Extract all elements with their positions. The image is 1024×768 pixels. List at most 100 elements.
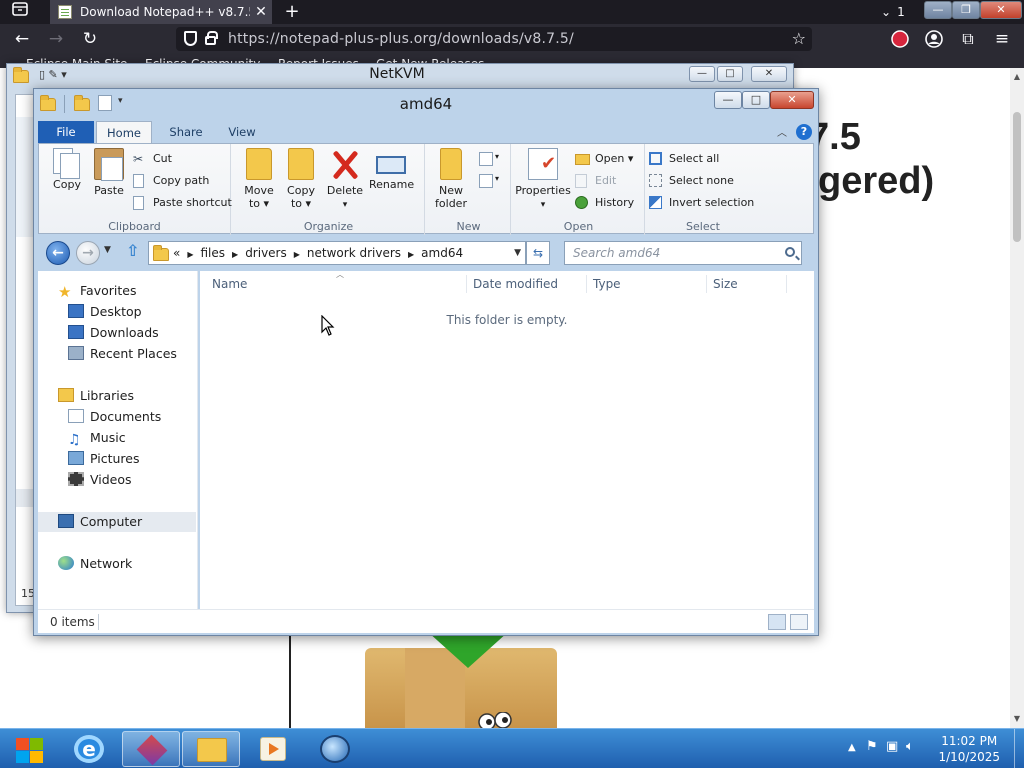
explorer-close-button[interactable]: ✕ — [770, 91, 814, 109]
breadcrumb-network-drivers[interactable]: network drivers — [307, 246, 401, 260]
start-button[interactable] — [6, 733, 48, 765]
open-button[interactable]: Open ▾ — [575, 150, 633, 168]
taskbar-file-explorer[interactable] — [182, 731, 240, 767]
rename-button[interactable]: Rename — [369, 148, 414, 191]
delete-button[interactable]: Delete ▾ — [323, 148, 367, 212]
browser-restore-button[interactable]: ❐ — [952, 1, 980, 19]
browser-minimize-button[interactable]: — — [924, 1, 952, 19]
paste-shortcut-button[interactable]: Paste shortcut — [133, 194, 232, 212]
breadcrumb-overflow[interactable]: « — [173, 246, 180, 260]
amd64-explorer-window[interactable]: ▾ amd64 — □ ✕ File Home Share View ︿ ? C… — [33, 88, 819, 636]
netkvm-close-button[interactable]: ✕ — [751, 66, 787, 82]
show-hidden-icons-icon[interactable]: ▲ — [848, 742, 856, 753]
move-to-button[interactable]: Move to ▾ — [237, 148, 281, 210]
explorer-maximize-button[interactable]: □ — [742, 91, 770, 109]
nav-favorites[interactable]: ★ Favorites — [58, 281, 136, 301]
properties-button[interactable]: Properties ▾ — [515, 148, 571, 212]
extension-red-icon[interactable] — [888, 24, 912, 54]
netkvm-maximize-button[interactable]: □ — [717, 66, 743, 82]
tab-close-icon[interactable]: ✕ — [250, 4, 272, 20]
volume-speaker-icon[interactable]: 🔈︎ — [906, 739, 914, 754]
action-center-flag-icon[interactable]: ⚑ — [866, 739, 878, 754]
new-folder-button[interactable]: New folder — [429, 148, 473, 210]
breadcrumb-amd64[interactable]: amd64 — [421, 246, 463, 260]
nav-desktop[interactable]: Desktop — [68, 302, 142, 322]
search-input[interactable]: Search amd64 — [564, 241, 802, 265]
history-button[interactable]: History — [575, 194, 634, 212]
select-all-button[interactable]: Select all — [649, 150, 719, 168]
column-separator[interactable] — [466, 275, 467, 293]
copy-to-button[interactable]: Copy to ▾ — [279, 148, 323, 210]
tab-file[interactable]: File — [38, 121, 94, 143]
recent-locations-dropdown-icon[interactable]: ▼ — [104, 245, 111, 255]
tracking-shield-icon[interactable] — [184, 31, 197, 46]
easy-access-button[interactable] — [479, 174, 493, 188]
column-header-date-modified[interactable]: Date modified — [473, 277, 558, 291]
easy-access-dropdown-icon[interactable]: ▾ — [495, 174, 499, 183]
search-icon[interactable] — [785, 247, 795, 257]
nav-network[interactable]: Network — [58, 554, 132, 574]
refresh-button[interactable]: ⇆ — [526, 241, 550, 265]
tab-list-icon[interactable] — [8, 0, 32, 24]
help-icon[interactable]: ? — [796, 124, 812, 140]
browser-tab-notepadpp[interactable]: Download Notepad++ v8.7.5 (st ✕ — [50, 0, 272, 24]
scrollbar-thumb[interactable] — [1013, 112, 1021, 242]
explorer-minimize-button[interactable]: — — [714, 91, 742, 109]
column-header-size[interactable]: Size — [713, 277, 738, 291]
cut-button[interactable]: ✂ Cut — [133, 150, 172, 168]
app-menu-icon[interactable]: ≡ — [990, 24, 1014, 54]
column-separator[interactable] — [706, 275, 707, 293]
select-none-button[interactable]: Select none — [649, 172, 734, 190]
large-icons-view-icon[interactable] — [790, 614, 808, 630]
up-arrow-icon[interactable]: ⇧ — [126, 241, 139, 260]
new-item-dropdown-icon[interactable]: ▾ — [495, 152, 499, 161]
tab-view[interactable]: View — [214, 121, 270, 143]
invert-selection-button[interactable]: Invert selection — [649, 194, 754, 212]
url-bar[interactable]: https://notepad-plus-plus.org/downloads/… — [176, 27, 812, 51]
bookmark-star-icon[interactable]: ☆ — [792, 27, 806, 51]
scroll-up-arrow-icon[interactable]: ▲ — [1012, 72, 1022, 81]
nav-libraries[interactable]: Libraries — [58, 386, 134, 406]
back-arrow-icon[interactable]: ← — [10, 24, 34, 54]
column-header-name[interactable]: Name — [212, 277, 247, 291]
taskbar-internet-explorer[interactable]: e — [60, 731, 118, 767]
extensions-puzzle-icon[interactable]: ⧉ — [956, 24, 980, 54]
details-view-icon[interactable] — [768, 614, 786, 630]
nav-music[interactable]: ♫ Music — [68, 428, 126, 448]
column-separator[interactable] — [586, 275, 587, 293]
tab-share[interactable]: Share — [158, 121, 214, 143]
nav-computer[interactable]: Computer — [38, 512, 196, 532]
edit-button[interactable]: Edit — [575, 172, 616, 190]
breadcrumb-files[interactable]: files — [201, 246, 226, 260]
scroll-down-arrow-icon[interactable]: ▼ — [1012, 714, 1022, 723]
breadcrumb-separator-icon[interactable]: ▶ — [232, 250, 238, 259]
reload-icon[interactable]: ↻ — [78, 24, 102, 54]
address-bar[interactable]: « ▶ files ▶ drivers ▶ network drivers ▶ amd64 ▼ — [148, 241, 526, 265]
explorer-title-bar[interactable]: ▾ amd64 — □ ✕ — [34, 89, 818, 119]
clock[interactable]: 11:02 PM 1/10/2025 — [938, 733, 1000, 765]
nav-documents[interactable]: Documents — [68, 407, 161, 427]
back-button[interactable]: ← — [46, 241, 70, 265]
nav-videos[interactable]: Videos — [68, 470, 132, 490]
taskbar-browser-app[interactable] — [306, 731, 364, 767]
forward-button[interactable]: → — [76, 241, 100, 265]
page-scrollbar[interactable]: ▲ ▼ — [1010, 68, 1024, 728]
network-status-icon[interactable]: ▣ — [886, 739, 898, 754]
minimize-ribbon-chevron-icon[interactable]: ︿ — [777, 124, 787, 139]
tab-home[interactable]: Home — [96, 121, 152, 143]
netkvm-minimize-button[interactable]: — — [689, 66, 715, 82]
copy-path-button[interactable]: Copy path — [133, 172, 209, 190]
nav-pictures[interactable]: Pictures — [68, 449, 140, 469]
taskbar-media-player[interactable] — [244, 731, 302, 767]
new-item-button[interactable] — [479, 152, 493, 166]
nav-recent-places[interactable]: Recent Places — [68, 344, 177, 364]
breadcrumb-separator-icon[interactable]: ▶ — [408, 250, 414, 259]
column-separator[interactable] — [786, 275, 787, 293]
file-list-pane[interactable]: ︿ Name Date modified Type Size This fold… — [200, 270, 814, 611]
tab-overflow-chevron-icon[interactable]: ⌄ — [876, 0, 896, 24]
column-header-type[interactable]: Type — [593, 277, 621, 291]
taskbar-winrar-app[interactable] — [122, 731, 180, 767]
account-icon[interactable] — [922, 24, 946, 54]
new-tab-icon[interactable]: + — [280, 0, 304, 24]
breadcrumb-drivers[interactable]: drivers — [245, 246, 287, 260]
